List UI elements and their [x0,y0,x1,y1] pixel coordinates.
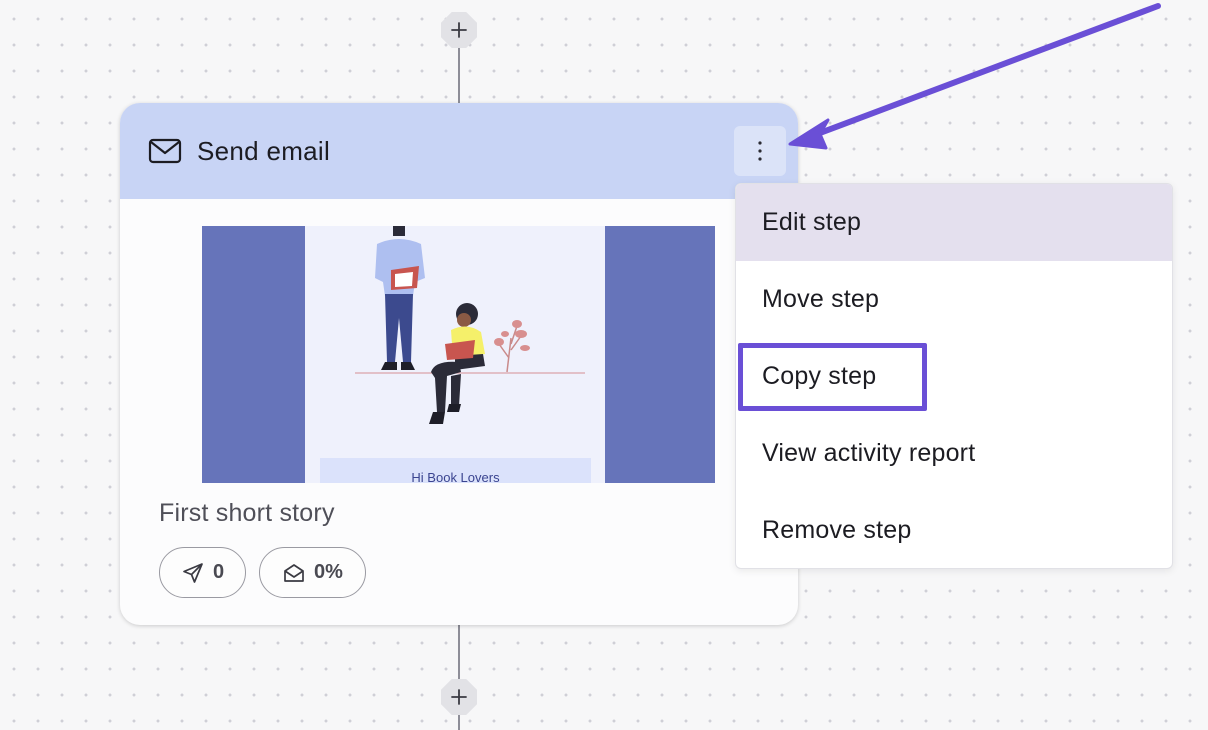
card-title: Send email [197,136,331,166]
open-rate: 0% [314,561,343,583]
send-icon [183,562,203,583]
envelope-icon [148,138,182,164]
add-step-button-bottom[interactable] [441,679,477,715]
plus-icon [451,22,467,38]
menu-item-copy-step[interactable]: Copy step [736,338,1172,415]
email-preview-content: Hi Book Lovers [305,226,605,483]
open-envelope-icon [284,563,304,582]
step-options-menu: Edit step Move step Copy step View activ… [735,183,1173,569]
flow-connector-bottom [458,624,460,680]
menu-item-move-step[interactable]: Move step [736,261,1172,338]
menu-item-view-activity-report[interactable]: View activity report [736,415,1172,492]
plus-icon [451,689,467,705]
preview-banner-text: Hi Book Lovers [320,458,591,483]
kebab-menu-icon [758,141,762,161]
card-header: Send email [120,103,798,199]
step-options-button[interactable] [734,126,786,176]
menu-item-edit-step[interactable]: Edit step [736,184,1172,261]
send-email-step-card[interactable]: Send email Hi Book Lovers First short st… [120,103,798,625]
menu-item-remove-step[interactable]: Remove step [736,492,1172,568]
sent-count-badge[interactable]: 0 [159,547,246,598]
open-rate-badge[interactable]: 0% [259,547,366,598]
email-preview-thumbnail[interactable]: Hi Book Lovers [202,226,715,483]
sent-count: 0 [212,561,225,583]
step-name: First short story [159,499,335,527]
reading-people-illustration [355,226,585,424]
add-step-button-top[interactable] [441,12,477,48]
flow-connector-top [458,46,460,104]
